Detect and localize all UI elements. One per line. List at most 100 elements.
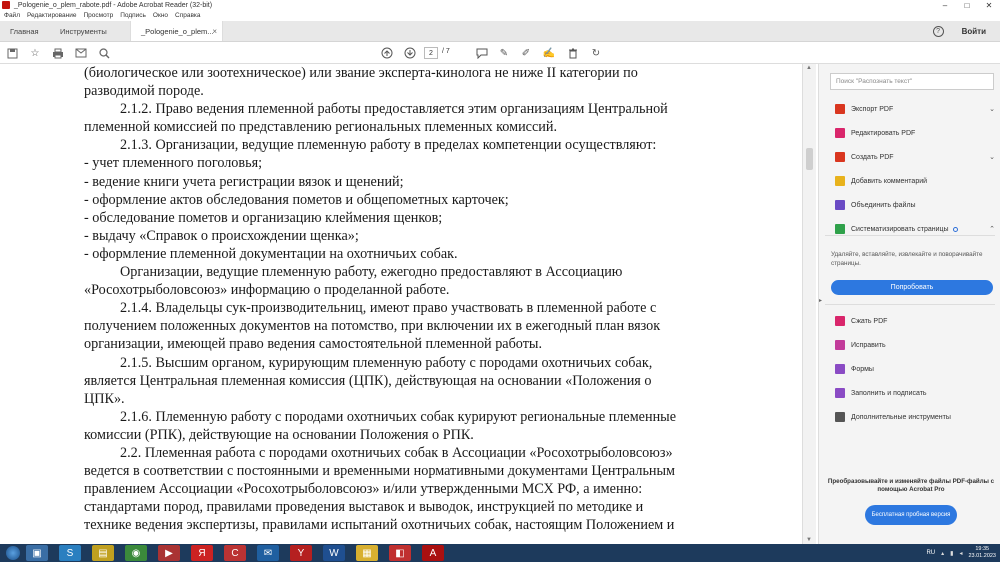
- clock-date: 23.01.2023: [968, 553, 996, 559]
- tool-organize-pages[interactable]: Систематизировать страницы ⌃: [835, 222, 995, 236]
- text-line: ЦПК».: [84, 390, 125, 407]
- delete-icon[interactable]: [567, 47, 579, 59]
- tab-home[interactable]: Главная: [0, 21, 50, 41]
- tools-pane: ▸ Поиск "Распознать текст" Экспорт PDF ⌄ Р…: [818, 64, 1000, 544]
- skype-icon[interactable]: S: [59, 545, 81, 561]
- archive-icon[interactable]: ◧: [389, 545, 411, 561]
- yandex-browser-icon[interactable]: Y: [290, 545, 312, 561]
- scroll-down-icon[interactable]: ▼: [806, 537, 812, 543]
- taskbar: ▣ S ▤ ◉ ▶ Я C ✉ Y W ▦ ◧ A RU ▴ ▮ ◂ 19:35…: [0, 544, 1000, 562]
- tool-more-tools[interactable]: Дополнительные инструменты: [835, 410, 995, 424]
- tab-document-label: _Pologenie_o_plem...: [141, 26, 214, 36]
- page-content: (биологическое или зоотехническое) или з…: [84, 64, 754, 534]
- text-line: «Росохотрыболовсоюз» информацию о продел…: [84, 282, 450, 299]
- divider: [825, 304, 995, 305]
- volume-icon[interactable]: ◂: [959, 550, 962, 557]
- acrobat-taskbar-icon[interactable]: A: [422, 545, 444, 561]
- text-line: (биологическое или зоотехническое) или з…: [84, 65, 638, 81]
- minimize-button[interactable]: –: [934, 0, 956, 10]
- sign-in-button[interactable]: Войти: [962, 27, 986, 36]
- rotate-icon[interactable]: ↻: [590, 47, 602, 59]
- next-page-icon[interactable]: [404, 47, 416, 59]
- network-icon[interactable]: ▮: [950, 550, 953, 557]
- tool-label: Объединить файлы: [851, 201, 916, 209]
- tab-document[interactable]: _Pologenie_o_plem... ×: [130, 21, 223, 41]
- search-icon[interactable]: [98, 47, 110, 59]
- email-icon[interactable]: [75, 47, 87, 59]
- document-scrollbar[interactable]: ▲ ▼: [802, 64, 816, 544]
- tool-comment[interactable]: Добавить комментарий: [835, 174, 995, 188]
- print-icon[interactable]: [52, 47, 64, 59]
- text-line: 2.1.2. Право ведения племенной работы пр…: [120, 101, 668, 118]
- divider: [825, 235, 995, 236]
- menu-bar: Файл Редактирование Просмотр Подпись Окн…: [0, 10, 1000, 21]
- collapse-pane-icon[interactable]: ▸: [819, 297, 827, 304]
- info-dot-icon: [952, 226, 958, 232]
- menu-window[interactable]: Окно: [153, 12, 168, 19]
- media-player-icon[interactable]: ▶: [158, 545, 180, 561]
- help-icon[interactable]: ?: [932, 25, 944, 37]
- tool-label: Формы: [851, 365, 874, 373]
- tool-edit-pdf[interactable]: Редактировать PDF: [835, 126, 995, 140]
- yandex-icon[interactable]: Я: [191, 545, 213, 561]
- sign-icon[interactable]: ✍: [543, 47, 555, 59]
- file-manager-icon[interactable]: ▤: [92, 545, 114, 561]
- free-trial-button[interactable]: Бесплатная пробная версия: [865, 505, 957, 525]
- tab-bar: Главная Инструменты _Pologenie_o_plem...…: [0, 21, 1000, 42]
- page-number-input[interactable]: 2: [424, 47, 438, 59]
- bookmark-star-icon[interactable]: ☆: [29, 47, 41, 59]
- chevron-icon[interactable]: ⌄: [989, 153, 995, 161]
- tool-label: Исправить: [851, 341, 886, 349]
- menu-sign[interactable]: Подпись: [120, 12, 146, 19]
- forms-icon: [835, 364, 845, 374]
- comment-icon: [835, 176, 845, 186]
- language-indicator[interactable]: RU: [926, 550, 935, 556]
- chevron-icon[interactable]: ⌄: [989, 105, 995, 113]
- menu-edit[interactable]: Редактирование: [27, 12, 77, 19]
- folder-icon[interactable]: ▦: [356, 545, 378, 561]
- comment-icon[interactable]: [476, 47, 488, 59]
- text-line: племенной комиссией по представлению рег…: [84, 119, 558, 136]
- windows-logo-icon: [6, 546, 20, 560]
- maximize-button[interactable]: □: [956, 0, 978, 10]
- organize-description: Удаляйте, вставляйте, извлекайте и повор…: [831, 251, 983, 267]
- tool-combine-files[interactable]: Объединить файлы: [835, 198, 995, 212]
- menu-view[interactable]: Просмотр: [84, 12, 114, 19]
- chevron-icon[interactable]: ⌃: [989, 225, 995, 233]
- tool-fill-sign[interactable]: Заполнить и подписать: [835, 386, 995, 400]
- compress-pdf-icon: [835, 316, 845, 326]
- document-viewport[interactable]: (биологическое или зоотехническое) или з…: [0, 64, 818, 544]
- text-line: является Центральная племенная комиссия …: [84, 372, 652, 389]
- menu-file[interactable]: Файл: [4, 12, 20, 19]
- clock[interactable]: 19:35 23.01.2023: [968, 546, 996, 560]
- word-icon[interactable]: W: [323, 545, 345, 561]
- save-icon[interactable]: [6, 47, 18, 59]
- tools-search-input[interactable]: Поиск "Распознать текст": [830, 73, 994, 90]
- text-line: - выдачу «Справок о происхождении щенка»…: [84, 227, 359, 244]
- tool-forms[interactable]: Формы: [835, 362, 995, 376]
- tool-create-pdf[interactable]: Создать PDF ⌄: [835, 150, 995, 164]
- draw-icon[interactable]: ✐: [520, 47, 532, 59]
- try-button[interactable]: Попробовать: [831, 280, 993, 295]
- prev-page-icon[interactable]: [381, 47, 393, 59]
- chrome-icon[interactable]: ◉: [125, 545, 147, 561]
- menu-help[interactable]: Справка: [175, 12, 201, 19]
- c-app-icon[interactable]: C: [224, 545, 246, 561]
- start-button[interactable]: [0, 544, 26, 562]
- scroll-thumb[interactable]: [806, 148, 813, 170]
- tool-compress-pdf[interactable]: Сжать PDF: [835, 314, 995, 328]
- fill-sign-icon: [835, 388, 845, 398]
- tray-arrow-icon[interactable]: ▴: [941, 550, 944, 557]
- mail-icon[interactable]: ✉: [257, 545, 279, 561]
- close-button[interactable]: ✕: [978, 0, 1000, 10]
- scroll-up-icon[interactable]: ▲: [806, 65, 812, 71]
- tab-tools[interactable]: Инструменты: [50, 21, 130, 41]
- text-line: комиссии (РПК), действующие на основании…: [84, 426, 474, 443]
- toolbar: ☆ 2 / 7 ✎ ✐ ✍ ↻: [0, 42, 1000, 64]
- highlight-pen-icon[interactable]: ✎: [498, 47, 510, 59]
- tool-fix[interactable]: Исправить: [835, 338, 995, 352]
- tool-export-pdf[interactable]: Экспорт PDF ⌄: [835, 102, 995, 116]
- explorer-icon[interactable]: ▣: [26, 545, 48, 561]
- close-tab-icon[interactable]: ×: [212, 27, 217, 36]
- text-line: - ведение книги учета регистрации вязок …: [84, 173, 404, 190]
